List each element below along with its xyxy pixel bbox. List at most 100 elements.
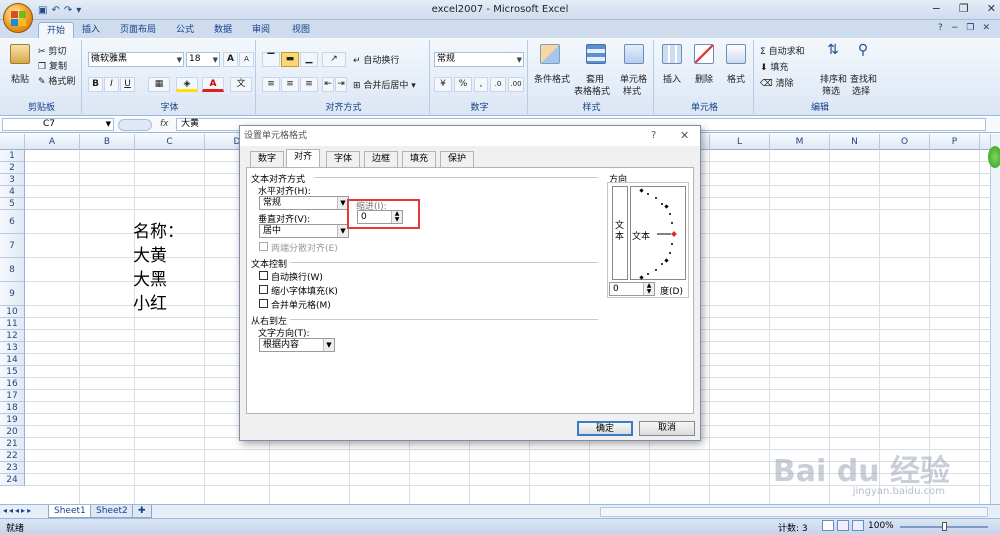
column-header[interactable]: Q — [980, 134, 990, 150]
tab-review[interactable]: 审阅 — [246, 22, 276, 38]
office-button[interactable] — [3, 3, 33, 33]
align-right-button[interactable]: ≡ — [300, 77, 318, 92]
vertical-align-select[interactable]: 居中 ▼ — [259, 224, 349, 238]
spinner-arrows-icon[interactable]: ▲ ▼ — [643, 283, 654, 295]
redo-icon[interactable]: ↷ — [64, 5, 72, 16]
row-header[interactable]: 11 — [0, 318, 25, 330]
column-header[interactable]: A — [25, 134, 80, 150]
row-header[interactable]: 8 — [0, 258, 25, 282]
row-header[interactable]: 2 — [0, 162, 25, 174]
copy-button[interactable]: ❐ 复制 — [38, 59, 67, 72]
row-header[interactable]: 9 — [0, 282, 25, 306]
format-as-table-icon[interactable] — [586, 44, 606, 64]
binoculars-icon[interactable]: ⚲ — [854, 42, 872, 60]
paste-button[interactable]: 粘贴 — [11, 72, 29, 85]
decrease-indent-button[interactable]: ⇤ — [322, 77, 334, 92]
tab-border[interactable]: 边框 — [364, 151, 399, 167]
row-header[interactable]: 17 — [0, 390, 25, 402]
insert-cells-icon[interactable] — [662, 44, 682, 64]
vertical-text-button[interactable]: 文本 — [612, 186, 628, 280]
sheet-tab-1[interactable]: Sheet1 — [48, 505, 92, 518]
cell-c9[interactable]: 小红 — [133, 289, 167, 314]
help-icon[interactable]: ? — [938, 23, 943, 33]
ok-button[interactable]: 确定 — [577, 421, 633, 436]
row-header[interactable]: 21 — [0, 438, 25, 450]
close-button[interactable]: ✕ — [987, 2, 996, 15]
shrink-to-fit-checkbox[interactable] — [259, 285, 268, 294]
insert-cells-button[interactable]: 插入 — [663, 72, 681, 85]
tab-alignment[interactable]: 对齐 — [286, 149, 321, 168]
tab-font[interactable]: 字体 — [326, 151, 361, 167]
sheet-nav-arrows[interactable]: ◂◂◂▸▸ — [3, 506, 33, 515]
tab-protection[interactable]: 保护 — [440, 151, 475, 167]
font-name-select[interactable]: 微软雅黑 ▼ — [88, 52, 184, 67]
row-header[interactable]: 4 — [0, 186, 25, 198]
align-bottom-button[interactable]: ▁ — [300, 52, 318, 67]
name-box[interactable]: C7 ▼ — [2, 118, 114, 131]
save-icon[interactable]: ▣ — [38, 5, 47, 16]
row-header[interactable]: 10 — [0, 306, 25, 318]
page-layout-view-button[interactable] — [837, 520, 849, 531]
align-center-button[interactable]: ≡ — [281, 77, 299, 92]
function-icon[interactable]: fx — [160, 119, 169, 129]
row-header[interactable]: 23 — [0, 462, 25, 474]
format-painter-button[interactable]: ✎ 格式刷 — [38, 74, 75, 87]
horizontal-align-select[interactable]: 常规 ▼ — [259, 196, 349, 210]
phonetic-button[interactable]: 文 — [230, 77, 252, 92]
paste-icon[interactable] — [10, 44, 30, 64]
orientation-button[interactable]: ↗ — [322, 52, 346, 67]
sidebar-badge-icon[interactable] — [988, 146, 1000, 168]
undo-icon[interactable]: ↶ — [51, 5, 59, 16]
tab-fill[interactable]: 填充 — [402, 151, 437, 167]
restore-button[interactable]: ❐ — [959, 2, 969, 15]
borders-button[interactable]: ▦ — [148, 77, 170, 92]
align-top-button[interactable]: ▔ — [262, 52, 280, 67]
row-header[interactable]: 22 — [0, 450, 25, 462]
minimize-button[interactable]: − — [932, 2, 941, 15]
row-header[interactable]: 24 — [0, 474, 25, 486]
dialog-close-icon[interactable]: ✕ — [680, 129, 689, 142]
underline-button[interactable]: U — [120, 77, 135, 92]
row-header[interactable]: 16 — [0, 378, 25, 390]
font-size-select[interactable]: 18 ▼ — [186, 52, 220, 67]
italic-button[interactable]: I — [104, 77, 119, 92]
delete-cells-button[interactable]: 删除 — [695, 72, 713, 85]
row-header[interactable]: 13 — [0, 342, 25, 354]
number-format-select[interactable]: 常规 ▼ — [434, 52, 524, 67]
row-header[interactable]: 15 — [0, 366, 25, 378]
cell-styles-icon[interactable] — [624, 44, 644, 64]
clear-button[interactable]: ⌫ 清除 — [760, 76, 794, 89]
autosum-button[interactable]: Σ 自动求和 — [760, 44, 805, 57]
row-header[interactable]: 20 — [0, 426, 25, 438]
increase-indent-button[interactable]: ⇥ — [335, 77, 347, 92]
select-all-corner[interactable] — [0, 134, 25, 150]
format-cells-button[interactable]: 格式 — [727, 72, 745, 85]
customize-icon[interactable]: ▾ — [76, 5, 81, 16]
normal-view-button[interactable] — [822, 520, 834, 531]
restore-workbook-button[interactable]: ❐ — [966, 23, 974, 33]
font-color-button[interactable]: A — [202, 77, 224, 92]
row-header[interactable]: 1 — [0, 150, 25, 162]
cell-c7[interactable]: 大黄 — [133, 241, 167, 266]
fill-button[interactable]: ⬇ 填充 — [760, 60, 788, 73]
row-header[interactable]: 6 — [0, 210, 25, 234]
comma-button[interactable]: , — [474, 77, 488, 92]
tab-page-layout[interactable]: 页面布局 — [112, 22, 164, 38]
column-header[interactable]: C — [135, 134, 205, 150]
tab-insert[interactable]: 插入 — [76, 22, 106, 38]
tab-home[interactable]: 开始 — [38, 22, 74, 38]
row-header[interactable]: 19 — [0, 414, 25, 426]
row-header[interactable]: 12 — [0, 330, 25, 342]
tab-view[interactable]: 视图 — [286, 22, 316, 38]
wrap-text-checkbox[interactable] — [259, 271, 268, 280]
zoom-slider-thumb[interactable] — [942, 522, 947, 531]
align-left-button[interactable]: ≡ — [262, 77, 280, 92]
percent-button[interactable]: % — [454, 77, 472, 92]
distributed-checkbox[interactable] — [259, 242, 268, 251]
tab-number[interactable]: 数字 — [250, 151, 285, 167]
column-header[interactable]: N — [830, 134, 880, 150]
zoom-level[interactable]: 100% — [868, 521, 894, 531]
align-middle-button[interactable]: ▬ — [281, 52, 299, 67]
orientation-dial[interactable]: 文本 — [630, 186, 686, 280]
vertical-scrollbar[interactable] — [990, 134, 1000, 504]
